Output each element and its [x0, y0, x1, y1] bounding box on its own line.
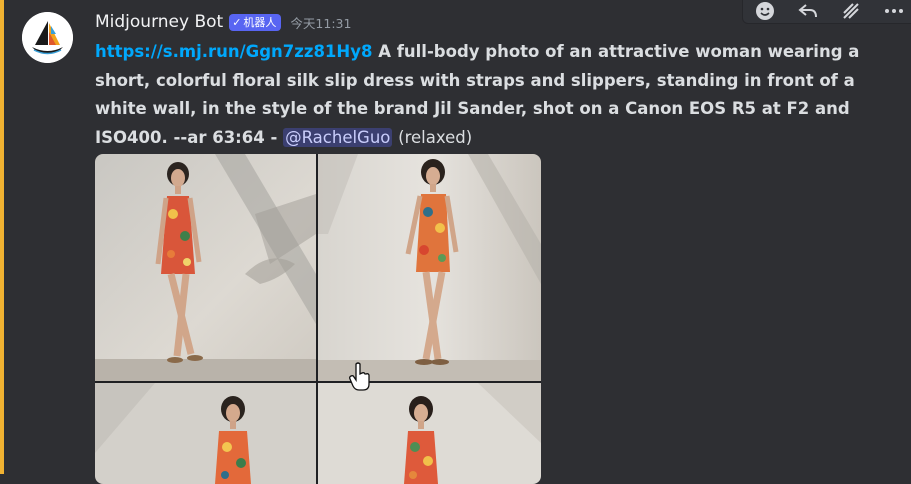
create-thread-icon — [843, 3, 859, 19]
add-reaction-icon — [755, 2, 774, 20]
more-button[interactable] — [880, 0, 908, 22]
sailboat-icon — [22, 12, 73, 63]
add-reaction-button[interactable] — [751, 0, 779, 22]
image-4[interactable] — [318, 383, 541, 484]
more-icon — [885, 9, 904, 13]
photo-woman-pose-1 — [95, 154, 316, 381]
create-thread-button[interactable] — [837, 0, 865, 22]
message-header: Midjourney Bot ✓ 机器人 今天11:31 — [95, 9, 351, 35]
hand-cursor-icon — [349, 362, 370, 391]
image-3[interactable] — [95, 383, 316, 484]
mode-label: (relaxed) — [398, 127, 473, 147]
bot-badge: ✓ 机器人 — [229, 13, 282, 31]
reply-button[interactable] — [794, 0, 822, 22]
avatar[interactable] — [22, 12, 73, 63]
bot-badge-label: 机器人 — [243, 16, 277, 29]
author-name[interactable]: Midjourney Bot — [95, 12, 223, 32]
prompt-link[interactable]: https://s.mj.run/Ggn7zz81Hy8 — [95, 42, 372, 61]
photo-woman-pose-3 — [95, 383, 316, 484]
photo-woman-pose-4 — [318, 383, 541, 484]
chat-message: Midjourney Bot ✓ 机器人 今天11:31 https://s.m… — [0, 0, 911, 484]
image-2[interactable] — [318, 154, 541, 381]
message-timestamp[interactable]: 今天11:31 — [290, 13, 351, 32]
message-toolbar — [742, 0, 911, 24]
image-1[interactable] — [95, 154, 316, 381]
photo-woman-pose-2 — [318, 154, 541, 381]
message-content: https://s.mj.run/Ggn7zz81Hy8 A full-body… — [95, 38, 875, 152]
user-mention[interactable]: @RachelGuo — [283, 127, 393, 147]
checkmark-icon: ✓ — [232, 15, 242, 29]
reply-icon — [798, 4, 817, 18]
image-grid — [95, 154, 541, 484]
